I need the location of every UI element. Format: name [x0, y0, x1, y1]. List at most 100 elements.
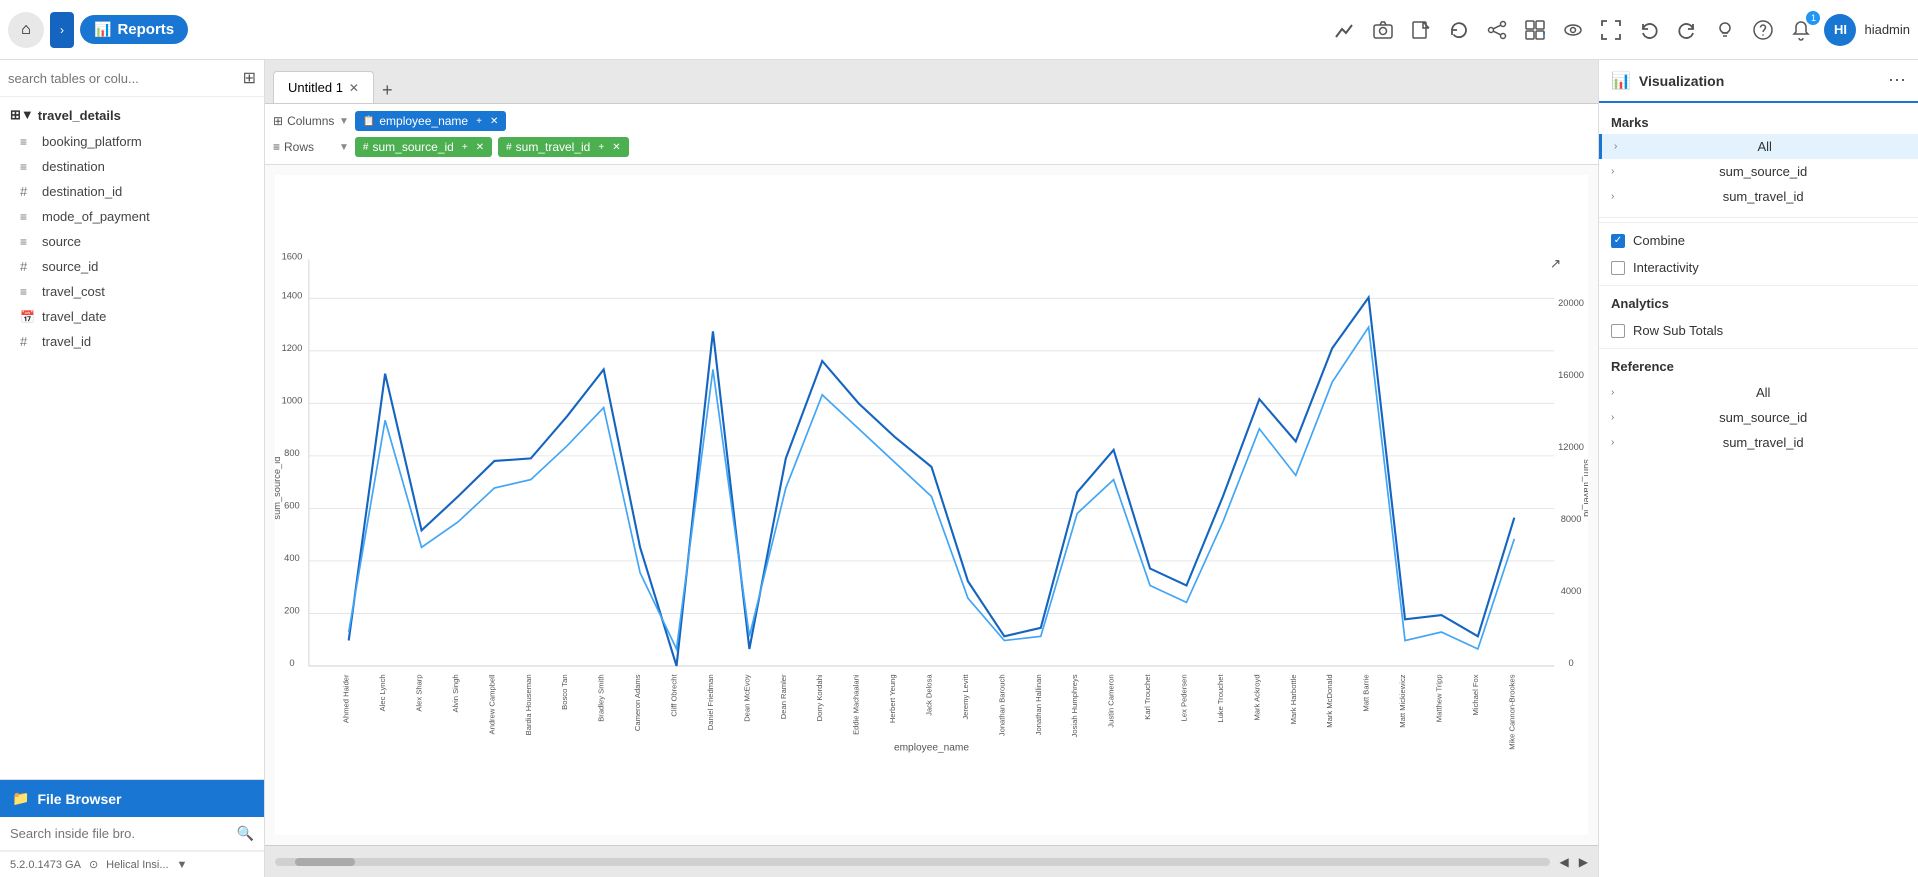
- employee-name-pill[interactable]: 📋 employee_name + ✕: [355, 111, 506, 131]
- search-icon[interactable]: 🔍: [237, 825, 254, 842]
- tab-close-button[interactable]: ✕: [349, 81, 359, 95]
- sidebar-item-source[interactable]: ≡ source: [0, 229, 264, 254]
- reference-travel-id-label: sum_travel_id: [1620, 435, 1906, 450]
- rows-field-row: ≡ Rows ▼ # sum_source_id + ✕ # sum_trave…: [273, 134, 1590, 160]
- eye-icon-btn[interactable]: [1558, 15, 1588, 45]
- svg-text:Matthew Tripp: Matthew Tripp: [1434, 674, 1443, 722]
- marks-row-all[interactable]: › All: [1599, 134, 1918, 159]
- notification-button[interactable]: 1: [1786, 15, 1816, 45]
- camera-icon-btn[interactable]: [1368, 15, 1398, 45]
- bulb-icon-btn[interactable]: [1710, 15, 1740, 45]
- columns-dropdown-arrow[interactable]: ▼: [339, 116, 349, 127]
- bulb-icon: [1714, 19, 1736, 41]
- reference-row-all[interactable]: › All: [1599, 380, 1918, 405]
- svg-text:1400: 1400: [282, 290, 303, 300]
- svg-text:Lex Pedersen: Lex Pedersen: [1179, 674, 1188, 721]
- sum-source-id-pill[interactable]: # sum_source_id + ✕: [355, 137, 492, 157]
- sum-travel-id-pill[interactable]: # sum_travel_id + ✕: [498, 137, 629, 157]
- user-label: hiadmin: [1864, 22, 1910, 37]
- help-icon-btn[interactable]: [1748, 15, 1778, 45]
- combine-checkbox[interactable]: ✓: [1611, 234, 1625, 248]
- interactivity-row: Interactivity: [1599, 254, 1918, 281]
- marks-row-sum-source-id[interactable]: › sum_source_id: [1599, 159, 1918, 184]
- pill-plus-btn[interactable]: +: [462, 142, 468, 153]
- number-icon: #: [20, 184, 34, 199]
- search-input[interactable]: [8, 71, 237, 86]
- pill-remove-btn[interactable]: ✕: [612, 142, 620, 153]
- svg-text:Alex Sharp: Alex Sharp: [415, 674, 424, 711]
- user-avatar[interactable]: HI: [1824, 14, 1856, 46]
- pill-label: sum_travel_id: [516, 140, 591, 154]
- undo-icon-btn[interactable]: [1634, 15, 1664, 45]
- more-options-btn[interactable]: ⋯: [1888, 70, 1906, 91]
- row-sub-totals-checkbox[interactable]: [1611, 324, 1625, 338]
- visualization-chart-icon: 📊: [1611, 71, 1631, 91]
- sidebar-item-travel-id[interactable]: # travel_id: [0, 329, 264, 354]
- text-icon: ≡: [20, 235, 34, 249]
- svg-text:sum_travel_id: sum_travel_id: [1582, 459, 1588, 517]
- svg-text:Dorry Kordahi: Dorry Kordahi: [815, 674, 824, 721]
- rows-dropdown-arrow[interactable]: ▼: [339, 142, 349, 153]
- svg-text:Eddie Machaalani: Eddie Machaalani: [852, 674, 861, 735]
- pill-plus-btn[interactable]: +: [598, 142, 604, 153]
- scroll-icon-left[interactable]: ◀: [1560, 855, 1569, 869]
- line-chart-icon-btn[interactable]: [1330, 15, 1360, 45]
- columns-field-row: ⊞ Columns ▼ 📋 employee_name + ✕: [273, 108, 1590, 134]
- sidebar-item-travel-date[interactable]: 📅 travel_date: [0, 304, 264, 329]
- chevron-right-icon: ›: [1611, 437, 1614, 448]
- pill-close-btn[interactable]: +: [476, 116, 482, 127]
- export-icon-btn[interactable]: [1406, 15, 1436, 45]
- sidebar-item-mode-of-payment[interactable]: ≡ mode_of_payment: [0, 204, 264, 229]
- svg-text:Ahmed Haider: Ahmed Haider: [342, 674, 351, 723]
- sidebar-item-travel-cost[interactable]: ≡ travel_cost: [0, 279, 264, 304]
- sidebar-item-destination-id[interactable]: # destination_id: [0, 179, 264, 204]
- file-browser-search-input[interactable]: [10, 826, 231, 841]
- columns-icon: ⊞: [273, 114, 283, 128]
- divider-1: [1599, 222, 1918, 223]
- reference-row-sum-travel-id[interactable]: › sum_travel_id: [1599, 430, 1918, 455]
- interactivity-checkbox[interactable]: [1611, 261, 1625, 275]
- svg-text:Matt Barrie: Matt Barrie: [1362, 674, 1371, 711]
- svg-text:Alvin Singh: Alvin Singh: [451, 674, 460, 712]
- layout-icon-btn[interactable]: [1520, 15, 1550, 45]
- fullscreen-icon-btn[interactable]: [1596, 15, 1626, 45]
- eye-icon: [1562, 19, 1584, 41]
- share-icon-btn[interactable]: [1482, 15, 1512, 45]
- main-area: ⊞ ⊞▼ travel_details ≡ booking_platform ≡…: [0, 60, 1918, 877]
- version-label: 5.2.0.1473 GA: [10, 859, 81, 871]
- redo-icon-btn[interactable]: [1672, 15, 1702, 45]
- reports-button[interactable]: 📊 Reports: [80, 15, 188, 44]
- file-browser-header[interactable]: 📁 File Browser: [0, 780, 264, 817]
- tab-add-button[interactable]: +: [374, 77, 401, 103]
- bar-chart-icon: 📊: [94, 21, 111, 38]
- fields-bar: ⊞ Columns ▼ 📋 employee_name + ✕ ≡ Rows ▼: [265, 104, 1598, 165]
- sidebar-item-label: booking_platform: [42, 134, 142, 149]
- table-group-travel-details[interactable]: ⊞▼ travel_details: [0, 101, 264, 129]
- sidebar-item-label: source_id: [42, 259, 98, 274]
- pill-remove-btn[interactable]: ✕: [476, 142, 484, 153]
- expand-button[interactable]: ›: [50, 12, 74, 48]
- horizontal-scrollbar[interactable]: [275, 858, 1550, 866]
- refresh-icon-btn[interactable]: [1444, 15, 1474, 45]
- sidebar-item-booking-platform[interactable]: ≡ booking_platform: [0, 129, 264, 154]
- tab-untitled-1[interactable]: Untitled 1 ✕: [273, 71, 374, 103]
- sidebar-item-destination[interactable]: ≡ destination: [0, 154, 264, 179]
- svg-text:Daniel Friedman: Daniel Friedman: [706, 674, 715, 730]
- sidebar-item-label: travel_date: [42, 309, 106, 324]
- divider-2: [1599, 285, 1918, 286]
- svg-text:Alec Lynch: Alec Lynch: [378, 674, 387, 711]
- pill-label: sum_source_id: [372, 140, 453, 154]
- home-button[interactable]: ⌂: [8, 12, 44, 48]
- marks-all-label: All: [1623, 139, 1906, 154]
- svg-text:Luke Trouchet: Luke Trouchet: [1216, 674, 1225, 723]
- grid-view-button[interactable]: ⊞: [243, 68, 256, 88]
- svg-text:16000: 16000: [1558, 370, 1584, 380]
- sidebar-item-source-id[interactable]: # source_id: [0, 254, 264, 279]
- scroll-icon-right[interactable]: ▶: [1579, 855, 1588, 869]
- top-toolbar: ⌂ › 📊 Reports: [0, 0, 1918, 60]
- pill-remove-btn[interactable]: ✕: [490, 116, 498, 127]
- reference-row-sum-source-id[interactable]: › sum_source_id: [1599, 405, 1918, 430]
- marks-row-sum-travel-id[interactable]: › sum_travel_id: [1599, 184, 1918, 209]
- svg-text:12000: 12000: [1558, 442, 1584, 452]
- right-panel: 📊 Visualization ⋯ Marks › All › sum_sour…: [1598, 60, 1918, 877]
